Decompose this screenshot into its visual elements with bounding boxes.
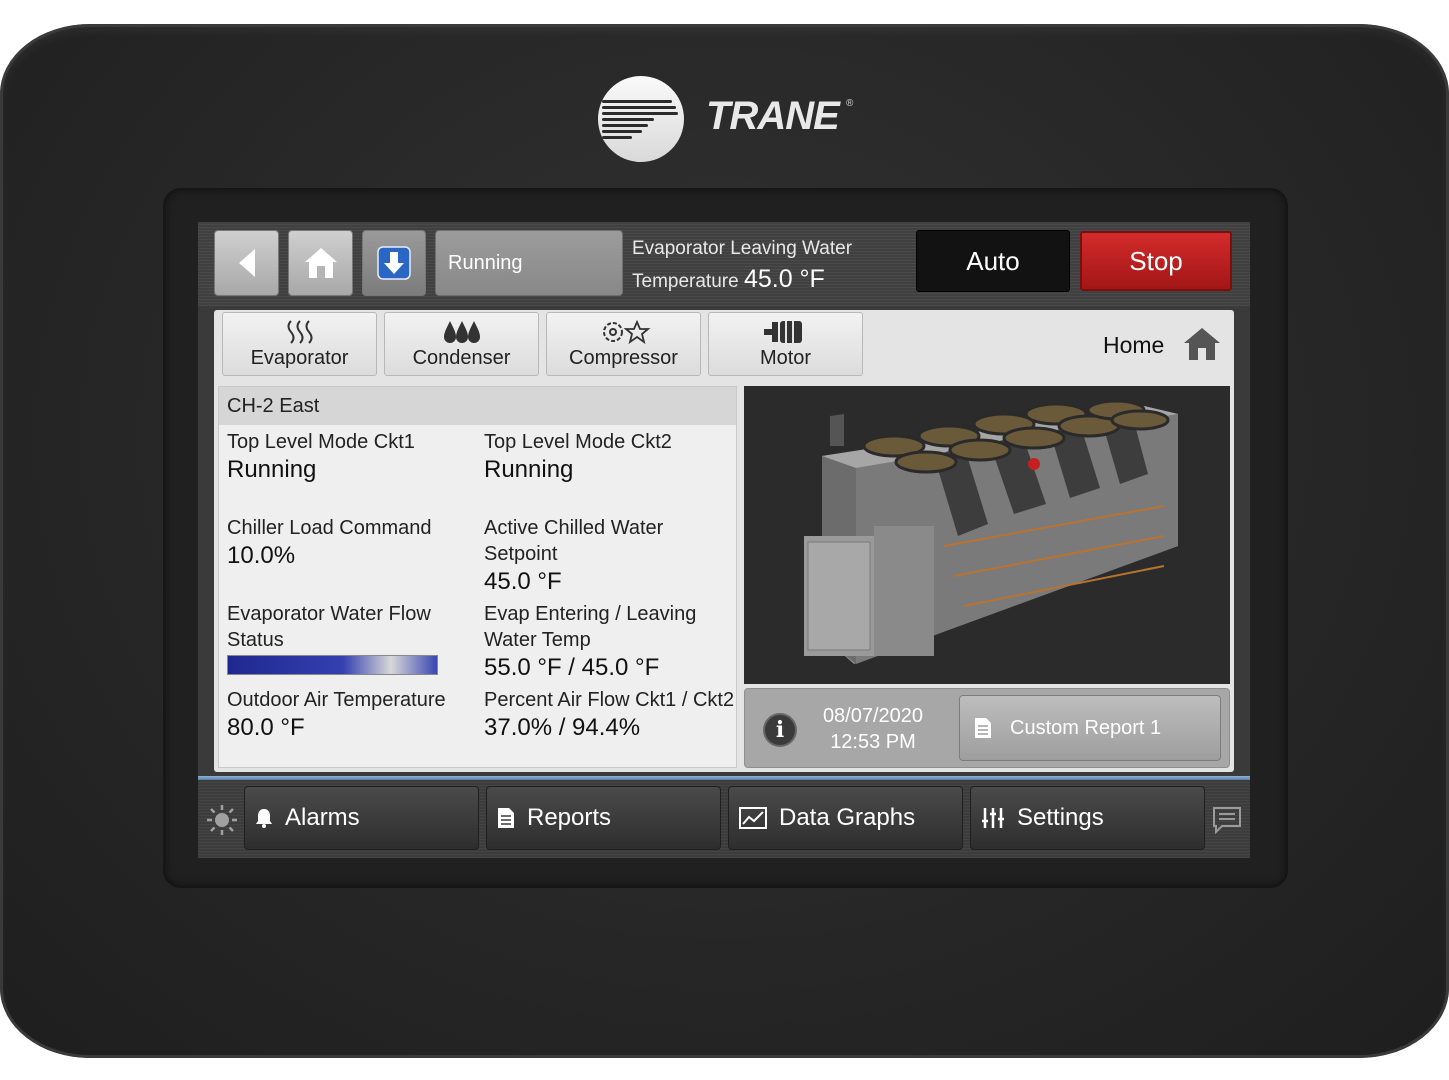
nav-alarms-label: Alarms	[285, 804, 360, 831]
evap-water-flow: Evaporator Water Flow Status	[227, 601, 431, 653]
tab-motor-label: Motor	[759, 347, 812, 369]
current-date: 08/07/2020	[822, 705, 924, 727]
mode-ckt1: Top Level Mode Ckt1 Running	[227, 429, 415, 485]
flow-label-line2: Status	[227, 629, 284, 651]
tab-evaporator-label: Evaporator	[250, 347, 349, 369]
download-button[interactable]	[362, 230, 426, 296]
chiller-load-value: 10.0%	[227, 542, 296, 569]
mode-ckt1-label: Top Level Mode Ckt1	[227, 431, 415, 453]
bell-icon	[256, 809, 272, 828]
home-icon	[304, 248, 337, 278]
nav-settings-button[interactable]: Settings	[970, 786, 1205, 850]
auto-button[interactable]: Auto	[916, 230, 1070, 292]
nav-data-graphs-button[interactable]: Data Graphs	[728, 786, 963, 850]
operating-status: Running	[435, 230, 623, 296]
outdoor-air-temp: Outdoor Air Temperature 80.0 °F	[227, 687, 446, 743]
nav-data-graphs-label: Data Graphs	[779, 804, 916, 831]
mode-ckt2: Top Level Mode Ckt2 Running	[484, 429, 672, 485]
back-arrow-icon	[238, 249, 255, 277]
setpoint-label-line1: Active Chilled Water	[484, 517, 664, 539]
trane-logo: TRANE ®	[598, 76, 858, 162]
oat-value: 80.0 °F	[227, 714, 305, 741]
compressor-icon	[602, 319, 650, 345]
setpoint-label-line2: Setpoint	[484, 543, 558, 565]
chiller-status-panel: CH-2 East Top Level Mode Ckt1 Running To…	[218, 386, 737, 768]
message-icon[interactable]	[1212, 806, 1242, 834]
air-flow-percent: Percent Air Flow Ckt1 / Ckt2 37.0% / 94.…	[484, 687, 734, 743]
mode-ckt2-value: Running	[484, 456, 574, 483]
info-icon[interactable]: i	[763, 713, 797, 747]
evap-temp-reading: 55.0 °F / 45.0 °F	[484, 654, 660, 681]
back-button[interactable]	[214, 230, 279, 296]
graph-icon	[739, 807, 767, 829]
panel-title: CH-2 East	[219, 387, 736, 425]
flow-status-bar	[227, 655, 438, 675]
mode-ckt1-value: Running	[227, 456, 317, 483]
evap-label-line2: Temperature	[632, 271, 739, 292]
chiller-load-label: Chiller Load Command	[227, 517, 432, 539]
nav-reports-label: Reports	[527, 804, 612, 831]
date-time: 08/07/2020 12:53 PM	[813, 703, 933, 755]
nav-settings-label: Settings	[1017, 804, 1104, 831]
chiller-illustration	[804, 399, 1178, 664]
chiller-unit-image	[744, 386, 1230, 684]
evap-temp-label-line1: Evap Entering / Leaving	[484, 603, 697, 625]
touch-screen: Running Evaporator Leaving Water Tempera…	[198, 222, 1250, 858]
bottom-nav: Alarms Reports Data Graphs Settings	[198, 780, 1250, 858]
evap-temp-value: 45.0 °F	[743, 265, 825, 293]
breadcrumb-home[interactable]: Home	[1103, 332, 1164, 359]
airflow-value: 37.0% / 94.4%	[484, 714, 641, 741]
tab-compressor-label: Compressor	[569, 347, 678, 369]
evap-water-temp: Evap Entering / Leaving Water Temp 55.0 …	[484, 601, 696, 683]
brightness-icon[interactable]	[206, 804, 238, 836]
condenser-icon	[443, 321, 480, 343]
motor-icon	[763, 321, 802, 343]
nav-alarms-button[interactable]: Alarms	[244, 786, 479, 850]
evap-label-line1: Evaporator Leaving Water	[632, 238, 853, 259]
custom-report-button[interactable]: Custom Report 1	[959, 695, 1221, 761]
current-time: 12:53 PM	[830, 731, 916, 753]
evap-leaving-water-temp: Evaporator Leaving Water Temperature 45.…	[632, 234, 852, 297]
trane-wordmark: TRANE	[706, 94, 840, 138]
tab-evaporator[interactable]: Evaporator	[222, 312, 377, 376]
home-button[interactable]	[288, 230, 353, 296]
tab-condenser[interactable]: Condenser	[384, 312, 539, 376]
main-content: Evaporator Condenser Compressor Motor Ho…	[214, 310, 1234, 772]
chilled-water-setpoint: Active Chilled Water Setpoint 45.0 °F	[484, 515, 663, 597]
setpoint-value: 45.0 °F	[484, 568, 562, 595]
evap-temp-label-line2: Water Temp	[484, 629, 591, 651]
download-arrow-icon	[377, 246, 411, 280]
info-bar: i 08/07/2020 12:53 PM Custom Report 1	[744, 688, 1230, 768]
nav-reports-button[interactable]: Reports	[486, 786, 721, 850]
custom-report-label: Custom Report 1	[1010, 716, 1162, 739]
stop-button[interactable]: Stop	[1080, 231, 1232, 291]
document-icon	[498, 808, 514, 828]
home-icon[interactable]	[1182, 326, 1222, 362]
document-icon	[975, 718, 991, 738]
mode-ckt2-label: Top Level Mode Ckt2	[484, 431, 672, 453]
top-toolbar: Running Evaporator Leaving Water Tempera…	[198, 222, 1250, 306]
tab-compressor[interactable]: Compressor	[546, 312, 701, 376]
sliders-icon	[982, 808, 1004, 828]
registered-mark: ®	[846, 98, 854, 109]
tab-motor[interactable]: Motor	[708, 312, 863, 376]
chiller-load: Chiller Load Command 10.0%	[227, 515, 432, 571]
tab-condenser-label: Condenser	[412, 347, 511, 369]
airflow-label: Percent Air Flow Ckt1 / Ckt2	[484, 689, 735, 711]
flow-label-line1: Evaporator Water Flow	[227, 603, 431, 625]
oat-label: Outdoor Air Temperature	[227, 689, 446, 711]
trane-logo-emblem	[598, 76, 684, 162]
evaporator-icon	[287, 320, 312, 344]
